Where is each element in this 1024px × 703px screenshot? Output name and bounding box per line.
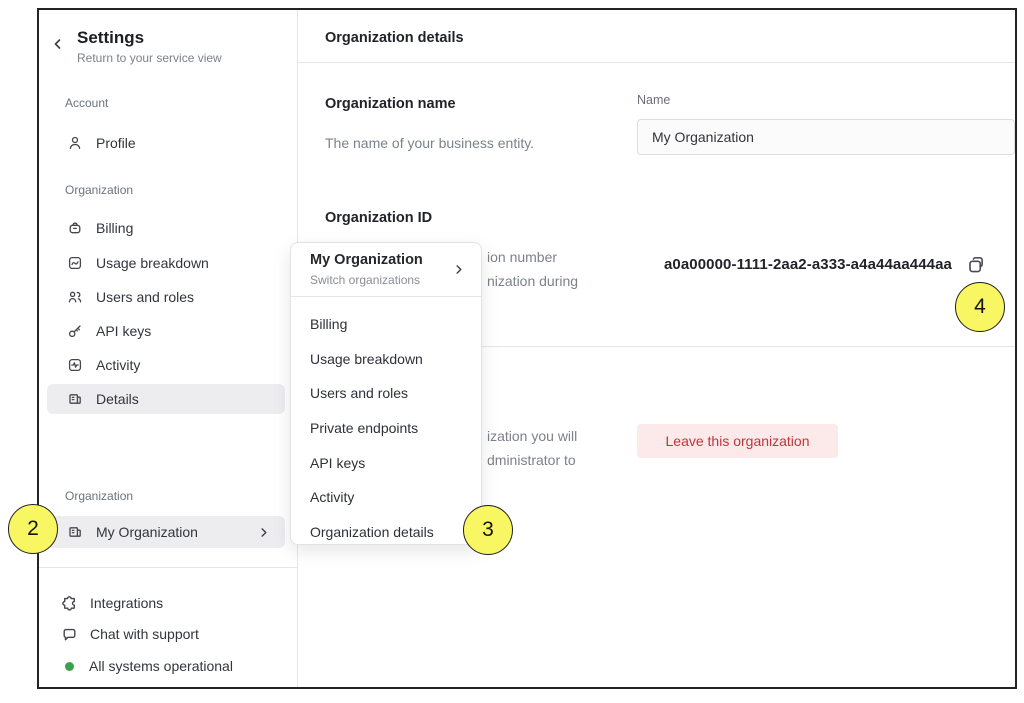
sidebar-item-label: Users and roles (96, 289, 194, 305)
annotation-badge-2: 2 (8, 504, 58, 554)
sidebar-item-label: Usage breakdown (96, 255, 209, 271)
sidebar-item-usage-breakdown[interactable]: Usage breakdown (47, 248, 285, 278)
organization-id-value: a0a00000-1111-2aa2-a333-a4a44aa444aa (664, 256, 952, 273)
status-text: All systems operational (89, 658, 233, 674)
sidebar-item-api-keys[interactable]: API keys (47, 316, 285, 346)
section-label-account: Account (65, 96, 108, 110)
leave-organization-button[interactable]: Leave this organization (637, 424, 838, 458)
chevron-right-icon (453, 264, 464, 275)
status-green-dot (65, 662, 74, 671)
dropdown-org-subtitle: Switch organizations (310, 273, 420, 287)
organization-switcher-dropdown: My Organization Switch organizations Bil… (290, 242, 482, 545)
header-divider (298, 62, 1015, 63)
sidebar-item-my-organization[interactable]: My Organization (47, 516, 285, 548)
org-name-section-description: The name of your business entity. (325, 135, 534, 151)
billing-icon (67, 220, 83, 236)
menu-item-users-and-roles[interactable]: Users and roles (291, 376, 481, 411)
sidebar-item-system-status[interactable]: All systems operational (47, 652, 285, 680)
section-label-organization: Organization (65, 183, 133, 197)
sidebar-item-label: My Organization (96, 524, 198, 540)
chevron-left-icon (52, 38, 64, 50)
dropdown-header-my-organization[interactable]: My Organization Switch organizations (291, 243, 481, 297)
chevron-right-icon (258, 527, 269, 538)
organization-building-icon (67, 524, 83, 540)
sidebar-item-label: Profile (96, 135, 136, 151)
menu-item-api-keys[interactable]: API keys (291, 445, 481, 480)
org-id-section-title: Organization ID (325, 210, 432, 226)
menu-item-activity[interactable]: Activity (291, 480, 481, 515)
sidebar-item-users-and-roles[interactable]: Users and roles (47, 282, 285, 312)
sidebar-item-label: Chat with support (90, 626, 199, 642)
sidebar-subtitle: Return to your service view (77, 51, 222, 65)
sidebar-item-label: Activity (96, 357, 140, 373)
name-field-label: Name (637, 93, 670, 107)
menu-item-private-endpoints[interactable]: Private endpoints (291, 411, 481, 446)
back-button[interactable] (49, 35, 67, 53)
organization-name-input[interactable] (637, 119, 1015, 155)
users-icon (67, 289, 83, 305)
chat-bubble-icon (61, 626, 78, 643)
menu-item-usage-breakdown[interactable]: Usage breakdown (291, 342, 481, 377)
copy-icon (966, 255, 986, 275)
org-name-section-title: Organization name (325, 96, 456, 112)
page-title: Organization details (325, 30, 464, 46)
sidebar-item-label: Billing (96, 220, 133, 236)
menu-item-billing[interactable]: Billing (291, 307, 481, 342)
organization-building-icon (67, 391, 83, 407)
org-id-description-fragment-2: nization during (487, 273, 578, 289)
sidebar-item-integrations[interactable]: Integrations (47, 589, 285, 617)
app-window: Settings Return to your service view Acc… (37, 8, 1017, 689)
sidebar-item-chat-support[interactable]: Chat with support (47, 620, 285, 648)
dropdown-org-name: My Organization (310, 252, 423, 268)
sidebar-divider (39, 567, 298, 568)
annotation-badge-4: 4 (955, 282, 1005, 332)
usage-chart-icon (67, 255, 83, 271)
section-label-organization-switcher: Organization (65, 489, 133, 503)
sidebar-item-profile[interactable]: Profile (47, 128, 285, 158)
activity-icon (67, 357, 83, 373)
puzzle-icon (61, 595, 78, 612)
sidebar-item-label: Integrations (90, 595, 163, 611)
sidebar-title: Settings (77, 28, 144, 48)
org-id-description-fragment-1: ion number (487, 249, 557, 265)
dropdown-menu-list: Billing Usage breakdown Users and roles … (291, 297, 481, 549)
annotation-badge-3: 3 (463, 505, 513, 555)
sidebar-item-label: API keys (96, 323, 151, 339)
settings-sidebar: Settings Return to your service view Acc… (39, 10, 298, 687)
sidebar-item-activity[interactable]: Activity (47, 350, 285, 380)
key-icon (67, 323, 83, 339)
copy-id-button[interactable] (964, 253, 988, 277)
sidebar-item-label: Details (96, 391, 139, 407)
user-icon (67, 135, 83, 151)
leave-description-fragment-1: ization you will (487, 428, 577, 444)
menu-item-organization-details[interactable]: Organization details (291, 515, 481, 550)
sidebar-item-details[interactable]: Details (47, 384, 285, 414)
sidebar-item-billing[interactable]: Billing (47, 213, 285, 243)
leave-description-fragment-2: dministrator to (487, 452, 576, 468)
